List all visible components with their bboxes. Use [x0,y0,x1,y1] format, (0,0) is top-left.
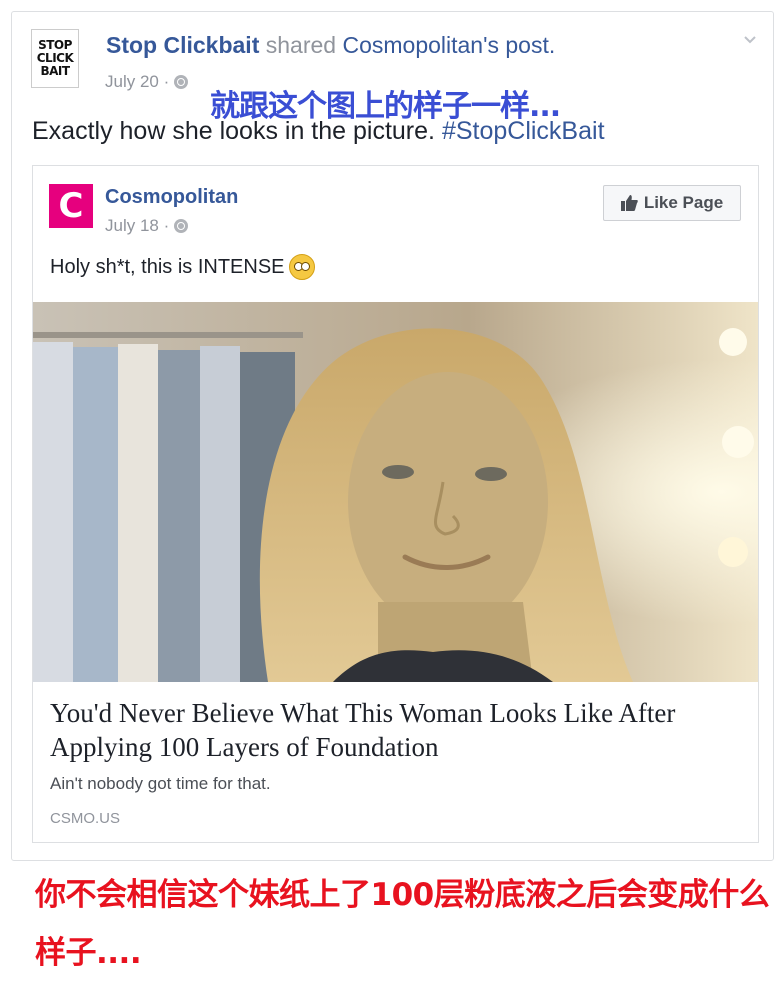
caption-text: Exactly how she looks in the picture. [32,117,435,145]
shared-verb: shared [265,32,337,58]
post-date: July 20 · [105,72,189,92]
globe-icon [174,75,189,89]
page-name-link[interactable]: Cosmopolitan [105,186,238,209]
post-date-text[interactable]: July 20 · [105,72,169,92]
thumbs-up-icon [620,195,638,211]
article-photo[interactable] [33,302,758,682]
shared-post-date: July 18 · [105,216,189,236]
overlay-text-bottom: 你不会相信这个妹纸上了100层粉底液之后会变成什么样子.... [35,877,770,971]
target-suffix-link[interactable]: 's post. [483,32,555,58]
like-page-label: Like Page [643,193,724,212]
shared-post-date-text[interactable]: July 18 · [105,216,169,236]
cosmopolitan-logo[interactable]: C [49,184,93,228]
flushed-face-emoji [288,254,315,280]
shared-post: C Cosmopolitan July 18 · Like Page Holy … [32,165,759,843]
target-link[interactable]: Cosmopolitan [342,32,483,58]
hashtag-link[interactable]: #StopClickBait [442,117,605,145]
shared-post-text: Holy sh*t, this is INTENSE [50,254,315,280]
post-headline: Stop Clickbait shared Cosmopolitan's pos… [106,32,555,59]
chevron-down-icon[interactable] [743,32,757,46]
logo-line-3: BAIT [40,64,70,78]
actor-link[interactable]: Stop Clickbait [106,32,259,58]
post-card: STOP CLICK BAIT Stop Clickbait shared Co… [11,11,774,861]
like-page-button[interactable]: Like Page [603,185,741,221]
shared-post-text-value: Holy sh*t, this is INTENSE [50,255,285,278]
article-title[interactable]: You'd Never Believe What This Woman Look… [50,696,750,764]
post-caption: Exactly how she looks in the picture. #S… [32,117,605,146]
article-domain: CSMO.US [50,810,121,827]
globe-icon [174,219,189,233]
stop-clickbait-logo[interactable]: STOP CLICK BAIT [31,29,79,88]
article-description: Ain't nobody got time for that. [50,774,271,793]
article-photo-illustration [33,302,758,682]
